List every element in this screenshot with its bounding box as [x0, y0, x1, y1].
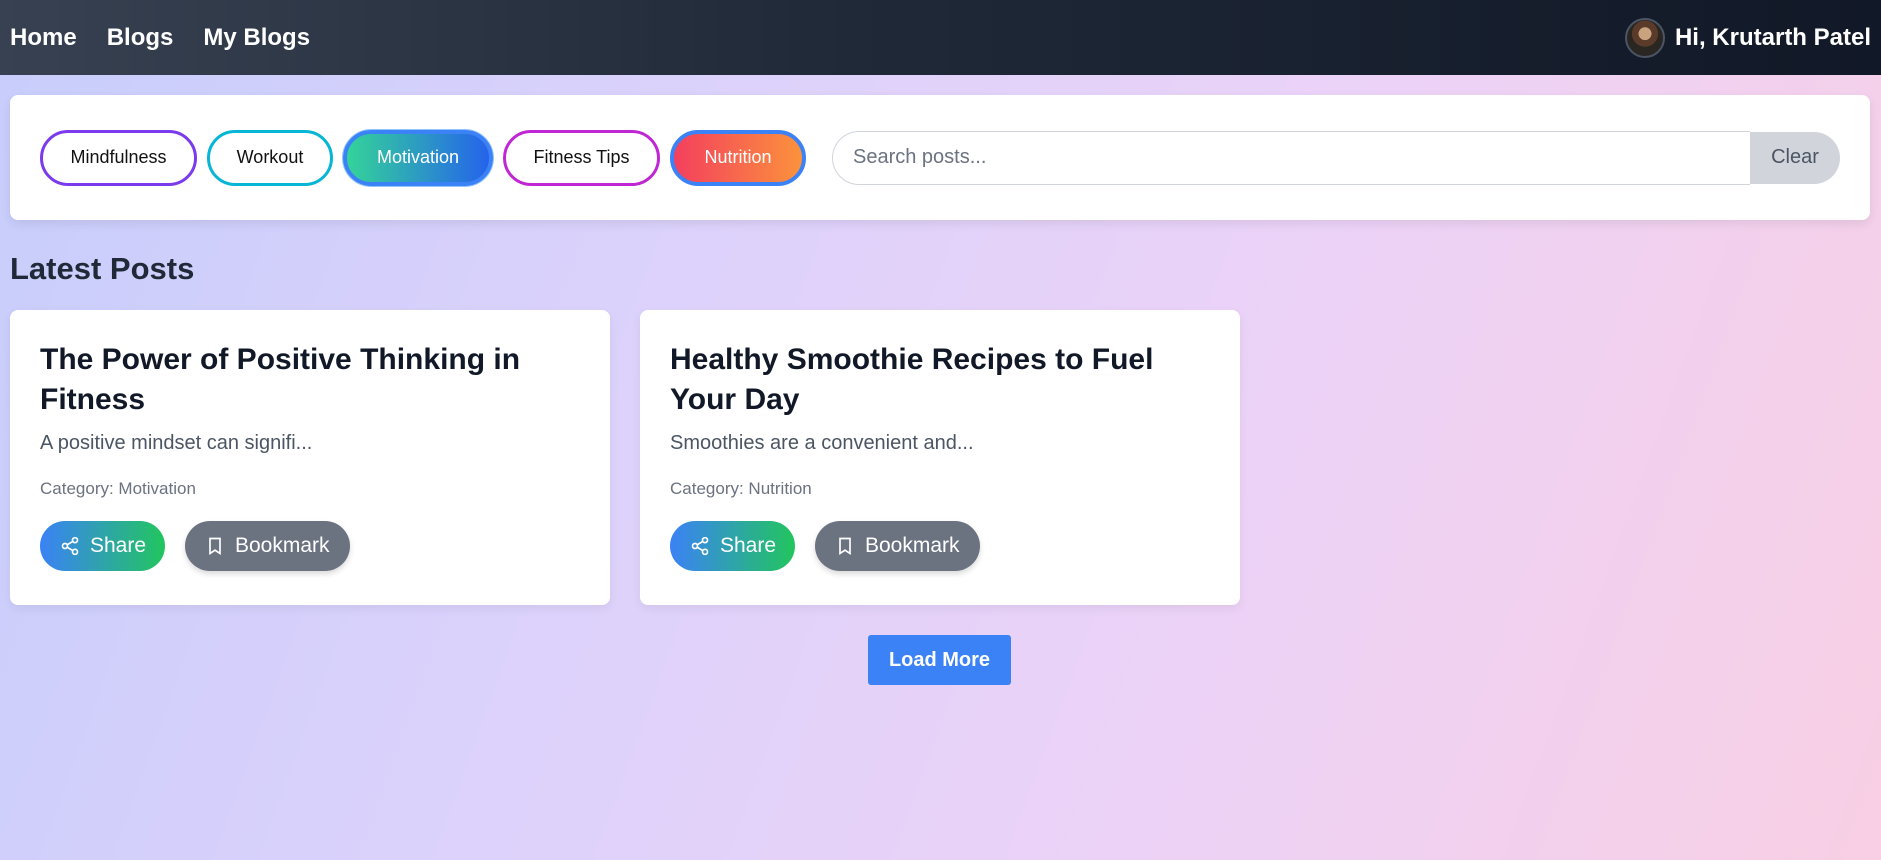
post-card[interactable]: Healthy Smoothie Recipes to Fuel Your Da… — [640, 310, 1240, 605]
search-input[interactable] — [832, 130, 1750, 185]
chip-fitness-tips[interactable]: Fitness Tips — [503, 129, 660, 186]
post-actions: Share Bookmark — [670, 521, 1210, 571]
chip-motivation[interactable]: Motivation — [343, 129, 493, 186]
posts-list: The Power of Positive Thinking in Fitnes… — [10, 310, 1240, 605]
user-menu[interactable]: Hi, Krutarth Patel — [1624, 17, 1871, 58]
chip-workout[interactable]: Workout — [207, 129, 333, 186]
bookmark-icon — [209, 537, 221, 556]
bookmark-icon — [839, 537, 851, 556]
post-actions: Share Bookmark — [40, 521, 580, 571]
nav-links: Home Blogs My Blogs — [10, 24, 310, 52]
post-category: Category: Nutrition — [670, 479, 812, 498]
post-title[interactable]: The Power of Positive Thinking in Fitnes… — [40, 340, 580, 420]
post-card[interactable]: The Power of Positive Thinking in Fitnes… — [10, 310, 610, 605]
post-excerpt: Smoothies are a convenient and... — [670, 432, 974, 454]
section-title: Latest Posts — [10, 251, 195, 286]
chip-mindfulness[interactable]: Mindfulness — [40, 129, 197, 186]
nav-link-home[interactable]: Home — [10, 24, 77, 52]
nav-link-my-blogs[interactable]: My Blogs — [203, 24, 310, 52]
clear-button[interactable]: Clear — [1750, 131, 1840, 184]
chip-nutrition[interactable]: Nutrition — [670, 129, 806, 186]
load-more-button[interactable]: Load More — [868, 635, 1011, 685]
share-label: Share — [720, 534, 777, 557]
filter-panel: Mindfulness Workout Motivation Fitness T… — [10, 95, 1870, 220]
post-title[interactable]: Healthy Smoothie Recipes to Fuel Your Da… — [670, 340, 1210, 420]
post-category: Category: Motivation — [40, 479, 196, 498]
share-button[interactable]: Share — [670, 521, 795, 571]
share-label: Share — [90, 534, 147, 557]
post-excerpt: A positive mindset can signifi... — [40, 432, 313, 454]
share-icon — [691, 536, 709, 556]
share-button[interactable]: Share — [40, 521, 165, 571]
bookmark-button[interactable]: Bookmark — [185, 521, 350, 571]
navbar: Home Blogs My Blogs Hi, Krutarth Patel — [0, 0, 1881, 75]
search-bar: Clear — [832, 130, 1840, 185]
nav-link-blogs[interactable]: Blogs — [107, 24, 174, 52]
bookmark-button[interactable]: Bookmark — [815, 521, 980, 571]
avatar[interactable] — [1624, 17, 1665, 58]
bookmark-label: Bookmark — [235, 534, 330, 557]
share-icon — [61, 536, 79, 556]
bookmark-label: Bookmark — [865, 534, 960, 557]
user-greeting: Hi, Krutarth Patel — [1674, 23, 1871, 51]
category-chips: Mindfulness Workout Motivation Fitness T… — [40, 129, 806, 186]
